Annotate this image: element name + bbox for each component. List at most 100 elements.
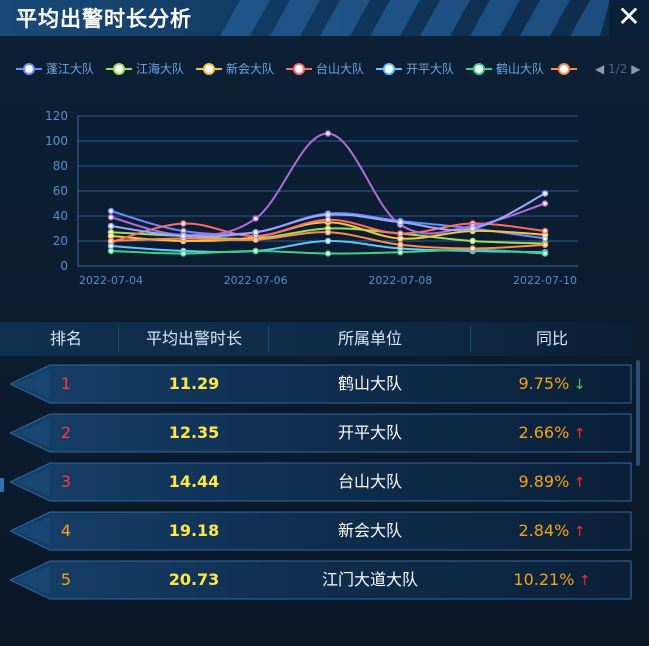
data-point — [541, 190, 549, 197]
trend-up-icon: ↑ — [569, 426, 586, 442]
table-row[interactable]: 2 12.35 开平大队 2.66% ↑ — [10, 413, 632, 453]
data-point — [541, 241, 549, 248]
table-row[interactable]: 3 14.44 台山大队 9.89% ↑ — [10, 462, 632, 502]
data-point — [397, 219, 404, 226]
data-point — [469, 237, 476, 245]
unit-name: 鹤山大队 — [337, 374, 402, 393]
pager-text: 1/2 — [604, 62, 632, 76]
header-divider — [118, 326, 119, 352]
unit-name: 江门大道大队 — [321, 570, 418, 589]
side-marker — [0, 478, 4, 492]
legend-swatch-icon — [196, 63, 222, 75]
header-unit: 所属单位 — [337, 329, 402, 348]
header-yoy: 同比 — [535, 329, 568, 348]
close-button[interactable]: ✕ — [609, 0, 649, 36]
legend-label: 台山大队 — [316, 62, 365, 76]
trend-up-icon: ↑ — [574, 573, 591, 589]
dashboard-panel: 平均出警时长分析 ✕ 蓬江大队 江海大队 新会大队 台山大队 开平大队 鹤山大队 ◀ 1/2… — [0, 0, 649, 646]
x-tick-label: 2022-07-10 — [513, 274, 577, 287]
data-point — [541, 250, 549, 257]
x-tick-label: 2022-07-04 — [79, 274, 143, 287]
y-tick-label: 80 — [53, 159, 68, 173]
y-tick-label: 100 — [45, 134, 68, 148]
rank-number: 4 — [60, 521, 72, 540]
y-tick-label: 40 — [53, 209, 68, 223]
rank-number: 5 — [60, 570, 72, 589]
avg-time-value: 11.29 — [168, 374, 220, 393]
y-tick-label: 0 — [60, 259, 68, 273]
data-point — [252, 215, 259, 222]
data-point — [180, 232, 187, 240]
avg-time-value: 19.18 — [168, 521, 220, 540]
page-title: 平均出警时长分析 — [16, 7, 192, 31]
yoy-percent: 10.21% ↑ — [513, 570, 591, 589]
x-tick-label: 2022-07-06 — [224, 274, 288, 287]
rank-number: 2 — [60, 423, 72, 442]
data-point — [469, 225, 476, 232]
header-divider — [470, 326, 471, 352]
data-point — [397, 249, 404, 256]
table-row[interactable]: 5 20.73 江门大道大队 10.21% ↑ — [10, 560, 632, 600]
legend-swatch-icon — [106, 63, 132, 75]
legend-swatch-icon — [466, 63, 492, 75]
legend-label: 开平大队 — [406, 62, 455, 76]
title-bar: 平均出警时长分析 ✕ — [0, 0, 649, 36]
legend-label: 江海大队 — [136, 62, 185, 76]
yoy-percent: 9.89% ↑ — [518, 472, 586, 491]
legend-label: 新会大队 — [226, 62, 275, 76]
title-decoration — [220, 0, 610, 36]
data-point — [397, 230, 404, 237]
x-tick-label: 2022-07-08 — [368, 274, 432, 287]
trend-up-icon: ↑ — [569, 524, 586, 540]
yoy-percent: 2.66% ↑ — [518, 423, 586, 442]
legend-label: 蓬江大队 — [46, 62, 95, 76]
table-row[interactable]: 1 11.29 鹤山大队 9.75% ↓ — [10, 364, 632, 404]
line-chart: 0 20 40 60 80 100 120 2022-07-04 2022-07-06 2022-… — [45, 109, 578, 287]
rank-number: 1 — [60, 374, 72, 393]
trend-down-icon: ↓ — [569, 377, 586, 393]
unit-name: 开平大队 — [337, 423, 402, 442]
data-point — [469, 245, 476, 252]
data-point — [324, 237, 332, 245]
data-point — [397, 241, 404, 248]
data-point — [324, 211, 332, 218]
unit-name: 台山大队 — [337, 472, 402, 491]
unit-name: 新会大队 — [337, 521, 402, 540]
legend-swatch-icon — [16, 63, 42, 75]
data-point — [107, 214, 115, 221]
data-point — [541, 200, 549, 207]
yoy-percent: 9.75% ↓ — [518, 374, 586, 393]
legend-swatch-icon — [286, 63, 312, 75]
legend-swatch-icon — [376, 63, 402, 75]
data-point — [107, 222, 115, 230]
data-point — [180, 250, 187, 257]
header-avg-time: 平均出警时长 — [145, 329, 242, 348]
y-tick-label: 20 — [53, 234, 68, 248]
table-header: 排名 平均出警时长 所属单位 同比 — [0, 322, 632, 356]
data-point — [324, 250, 332, 257]
close-icon: ✕ — [617, 0, 641, 33]
data-point — [107, 207, 115, 215]
data-point — [107, 247, 115, 255]
chart-legend: 蓬江大队 江海大队 新会大队 台山大队 开平大队 鹤山大队 ◀ 1/2 ▶ — [16, 58, 640, 80]
legend-pager: ◀ 1/2 ▶ — [595, 58, 640, 80]
data-point — [252, 236, 259, 243]
data-point — [541, 227, 549, 235]
trend-up-icon: ↑ — [569, 475, 586, 491]
data-point — [252, 229, 259, 236]
table-row[interactable]: 4 19.18 新会大队 2.84% ↑ — [10, 511, 632, 551]
table-scrollbar[interactable] — [636, 360, 640, 466]
data-point — [324, 229, 332, 236]
pager-prev-icon[interactable]: ◀ — [595, 62, 604, 76]
data-point — [252, 247, 259, 255]
legend-swatch-icon — [551, 63, 577, 75]
legend-label: 鹤山大队 — [496, 62, 545, 76]
rank-number: 3 — [60, 472, 72, 491]
y-tick-label: 60 — [53, 184, 68, 198]
data-point — [324, 130, 332, 137]
header-divider — [268, 326, 269, 352]
yoy-percent: 2.84% ↑ — [518, 521, 586, 540]
avg-time-value: 14.44 — [168, 472, 220, 491]
avg-time-value: 20.73 — [168, 570, 220, 589]
pager-next-icon[interactable]: ▶ — [631, 62, 640, 76]
